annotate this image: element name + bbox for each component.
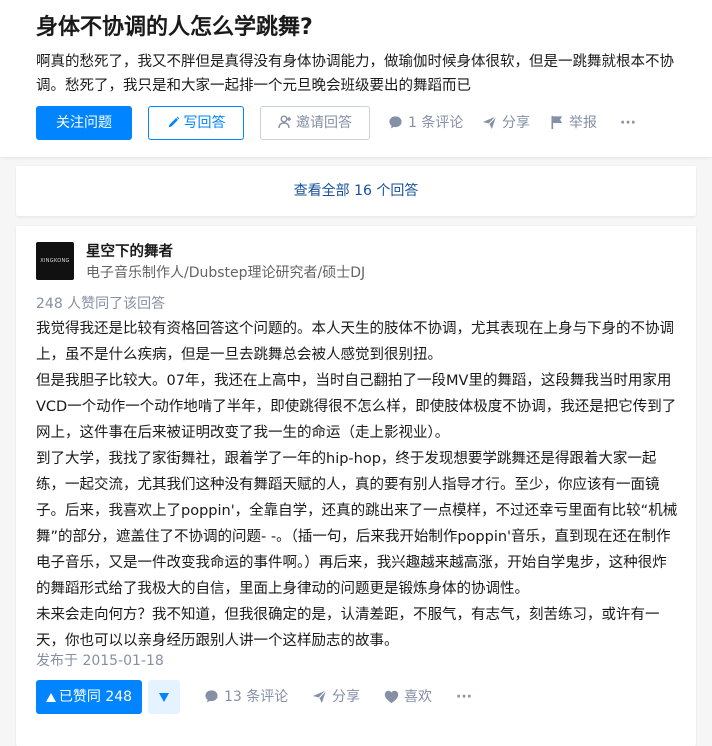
vote-summary[interactable]: 248 人赞同了该回答 [36, 293, 165, 313]
report-label: 举报 [569, 115, 597, 131]
question-share-button[interactable]: 分享 [482, 106, 530, 140]
report-button[interactable]: 举报 [550, 106, 597, 140]
comment-icon [388, 115, 408, 131]
answer-card: XINGKONG 星空下的舞者 电子音乐制作人/Dubstep理论研究者/硕士D… [16, 226, 696, 746]
question-comments-label: 1 条评论 [408, 115, 464, 131]
answer-paragraph: 我觉得我还是比较有资格回答这个问题的。本人天生的肢体不协调，尤其表现在上身与下身… [36, 321, 674, 363]
answer-content: 我觉得我还是比较有资格回答这个问题的。本人天生的肢体不协调，尤其表现在上身与下身… [36, 316, 681, 654]
question-detail: 啊真的愁死了，我又不胖但是真得没有身体协调能力，做瑜伽时候身体很软，但是一跳舞就… [36, 54, 674, 94]
answer-comments-button[interactable]: 13 条评论 [204, 680, 288, 714]
upvote-label: 已赞同 248 [58, 689, 133, 705]
more-icon: ··· [456, 689, 472, 705]
answer-actions: 已赞同 248 13 条评论 分享 喜欢 ··· [36, 680, 681, 714]
answer-more-button[interactable]: ··· [456, 680, 472, 714]
question-comments-button[interactable]: 1 条评论 [388, 106, 463, 140]
invite-answer-button[interactable]: 邀请回答 [260, 106, 370, 140]
author-headline: 电子音乐制作人/Dubstep理论研究者/硕士DJ [86, 265, 366, 281]
follow-question-button[interactable]: 关注问题 [36, 106, 132, 140]
like-label: 喜欢 [404, 689, 432, 705]
pencil-icon [167, 115, 184, 131]
avatar-logo-text: XINGKONG [40, 258, 70, 264]
like-button[interactable]: 喜欢 [384, 680, 432, 714]
question-card: 身体不协调的人怎么学跳舞? 啊真的愁死了，我又不胖但是真得没有身体协调能力，做瑜… [0, 0, 712, 157]
comment-icon [204, 689, 224, 705]
write-answer-label: 写回答 [183, 115, 226, 131]
view-all-answers-link[interactable]: 查看全部 16 个回答 [16, 166, 696, 216]
question-actions: 关注问题 写回答 邀请回答 1 条评论 分享 举报 ··· [36, 106, 696, 140]
answer-share-button[interactable]: 分享 [312, 680, 360, 714]
upvote-button[interactable]: 已赞同 248 [36, 680, 142, 714]
share-icon [312, 689, 332, 705]
question-share-label: 分享 [502, 115, 530, 131]
answer-share-label: 分享 [332, 689, 360, 705]
author-name[interactable]: 星空下的舞者 [86, 240, 173, 261]
more-icon: ··· [620, 115, 636, 131]
flag-icon [550, 115, 569, 131]
follow-question-label: 关注问题 [56, 115, 112, 131]
downvote-button[interactable] [148, 680, 180, 714]
view-all-answers-card: 查看全部 16 个回答 [16, 166, 696, 216]
write-answer-button[interactable]: 写回答 [148, 106, 244, 140]
invite-answer-label: 邀请回答 [296, 115, 352, 131]
heart-icon [384, 689, 404, 705]
question-title[interactable]: 身体不协调的人怎么学跳舞? [36, 13, 313, 43]
triangle-up-icon [45, 689, 59, 705]
question-more-button[interactable]: ··· [620, 106, 636, 140]
avatar[interactable]: XINGKONG [36, 242, 74, 280]
answer-date[interactable]: 发布于 2015-01-18 [36, 650, 164, 670]
answer-paragraph: 但是我胆子比较大。07年，我还在上高中，当时自己翻拍了一段MV里的舞蹈，这段舞我… [36, 373, 677, 441]
answer-comments-label: 13 条评论 [224, 689, 289, 705]
share-icon [482, 115, 502, 131]
answer-paragraph: 未来会走向何方？我不知道，但我很确定的是，认清差距，不服气，有志气，刻苦练习，或… [36, 607, 660, 649]
add-user-icon [278, 115, 296, 131]
answer-paragraph: 到了大学，我找了家街舞社，跟着学了一年的hip-hop，终于发现想要学跳舞还是得… [36, 451, 678, 597]
